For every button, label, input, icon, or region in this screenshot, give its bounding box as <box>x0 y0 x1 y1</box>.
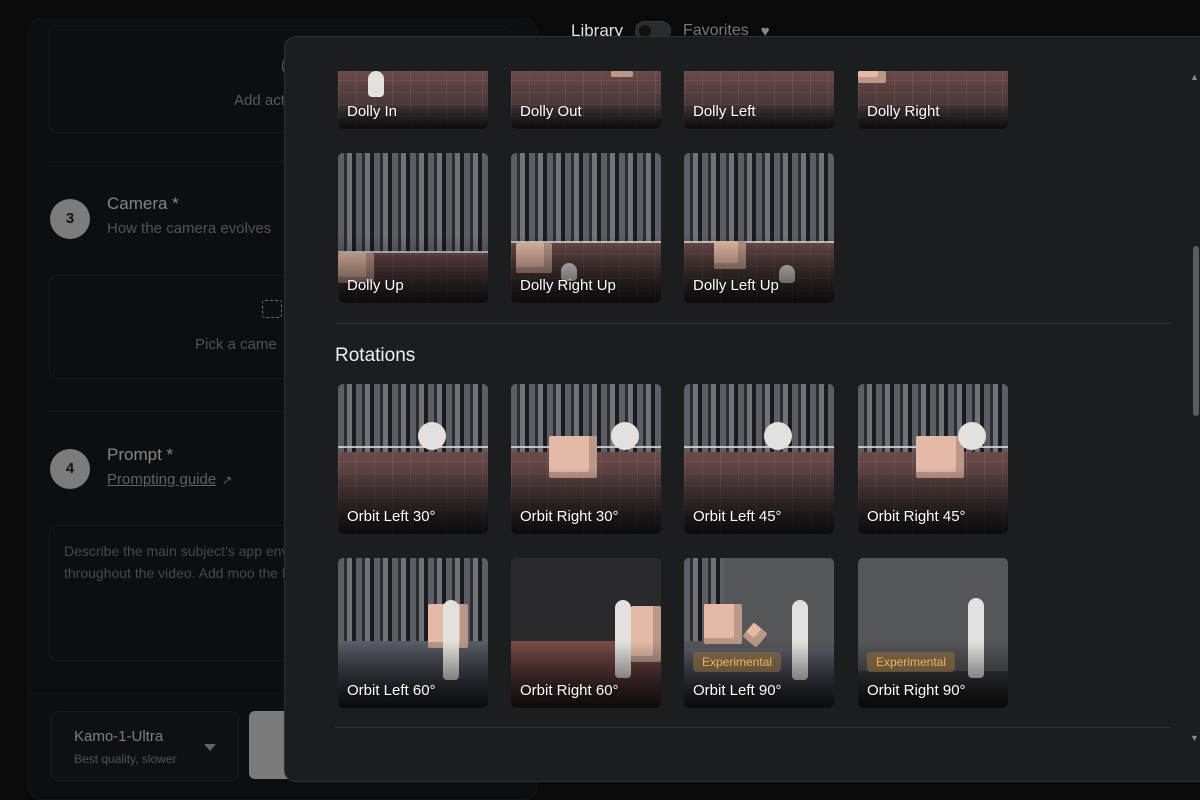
card-label: Orbit Right 30° <box>520 508 619 525</box>
camera-card[interactable]: Orbit Right 30° <box>511 384 661 534</box>
camera-card[interactable]: Experimental Orbit Left 90° <box>684 558 834 708</box>
prompting-guide-link[interactable]: Prompting guide ↗ <box>107 471 232 488</box>
thumbnail-image <box>684 71 834 129</box>
thumbnail-image <box>338 71 488 129</box>
camera-card[interactable]: Dolly Right Up <box>511 153 661 303</box>
prompting-guide-text[interactable]: Prompting guide <box>107 471 216 488</box>
chevron-down-icon <box>204 744 216 751</box>
card-label: Orbit Right 90° <box>867 682 966 699</box>
camera-card[interactable]: Dolly Right <box>858 71 1008 129</box>
camera-card[interactable]: Orbit Left 45° <box>684 384 834 534</box>
section-divider <box>335 727 1171 728</box>
card-label: Dolly Left <box>693 103 756 120</box>
card-label: Dolly Up <box>347 277 404 294</box>
card-label: Dolly Left Up <box>693 277 779 294</box>
model-name: Kamo-1-Ultra <box>74 728 164 745</box>
prompt-step-title: Prompt * <box>107 445 174 464</box>
card-label: Orbit Left 90° <box>693 682 782 699</box>
camera-step-title: Camera * <box>107 194 179 213</box>
experimental-badge: Experimental <box>693 652 782 672</box>
step-number-camera: 3 <box>50 199 90 239</box>
step-number-prompt: 4 <box>50 449 90 489</box>
thumbnail-image <box>511 71 661 129</box>
camera-card[interactable]: Orbit Right 45° <box>858 384 1008 534</box>
scrollbar-thumb[interactable] <box>1193 246 1199 416</box>
card-label: Dolly In <box>347 103 398 120</box>
camera-card[interactable]: Orbit Left 30° <box>338 384 488 534</box>
rotations-heading: Rotations <box>335 345 416 366</box>
external-link-icon: ↗ <box>222 473 233 487</box>
model-description: Best quality, slower <box>74 752 177 766</box>
camera-card[interactable]: Experimental Orbit Right 90° <box>858 558 1008 708</box>
camera-step-subtitle: How the camera evolves <box>107 220 272 237</box>
card-label: Dolly Right Up <box>520 277 616 294</box>
camera-card[interactable]: Dolly Up <box>338 153 488 303</box>
card-label: Orbit Left 60° <box>347 682 436 699</box>
card-label: Orbit Left 45° <box>693 508 782 525</box>
card-label: Orbit Left 30° <box>347 508 436 525</box>
section-divider <box>335 323 1171 324</box>
camera-library-modal: Dolly In Dolly Out Dolly Left Dolly Righ… <box>284 36 1200 782</box>
thumbnail-image <box>858 71 1008 129</box>
camera-card[interactable]: Dolly Left Up <box>684 153 834 303</box>
card-label: Orbit Right 45° <box>867 508 966 525</box>
camera-card[interactable]: Orbit Left 60° <box>338 558 488 708</box>
camera-frame-icon <box>262 300 282 318</box>
experimental-badge: Experimental <box>867 652 956 672</box>
scroll-up-arrow-icon[interactable]: ▲ <box>1190 72 1199 82</box>
model-select[interactable]: Kamo-1-Ultra Best quality, slower <box>51 711 239 781</box>
scroll-down-arrow-icon[interactable]: ▼ <box>1190 733 1199 743</box>
camera-card[interactable]: Orbit Right 60° <box>511 558 661 708</box>
card-label: Dolly Right <box>867 103 940 120</box>
camera-picker-label: Pick a came <box>195 336 277 353</box>
camera-card[interactable]: Dolly In <box>338 71 488 129</box>
card-label: Orbit Right 60° <box>520 682 619 699</box>
camera-card[interactable]: Dolly Left <box>684 71 834 129</box>
camera-card[interactable]: Dolly Out <box>511 71 661 129</box>
card-label: Dolly Out <box>520 103 582 120</box>
